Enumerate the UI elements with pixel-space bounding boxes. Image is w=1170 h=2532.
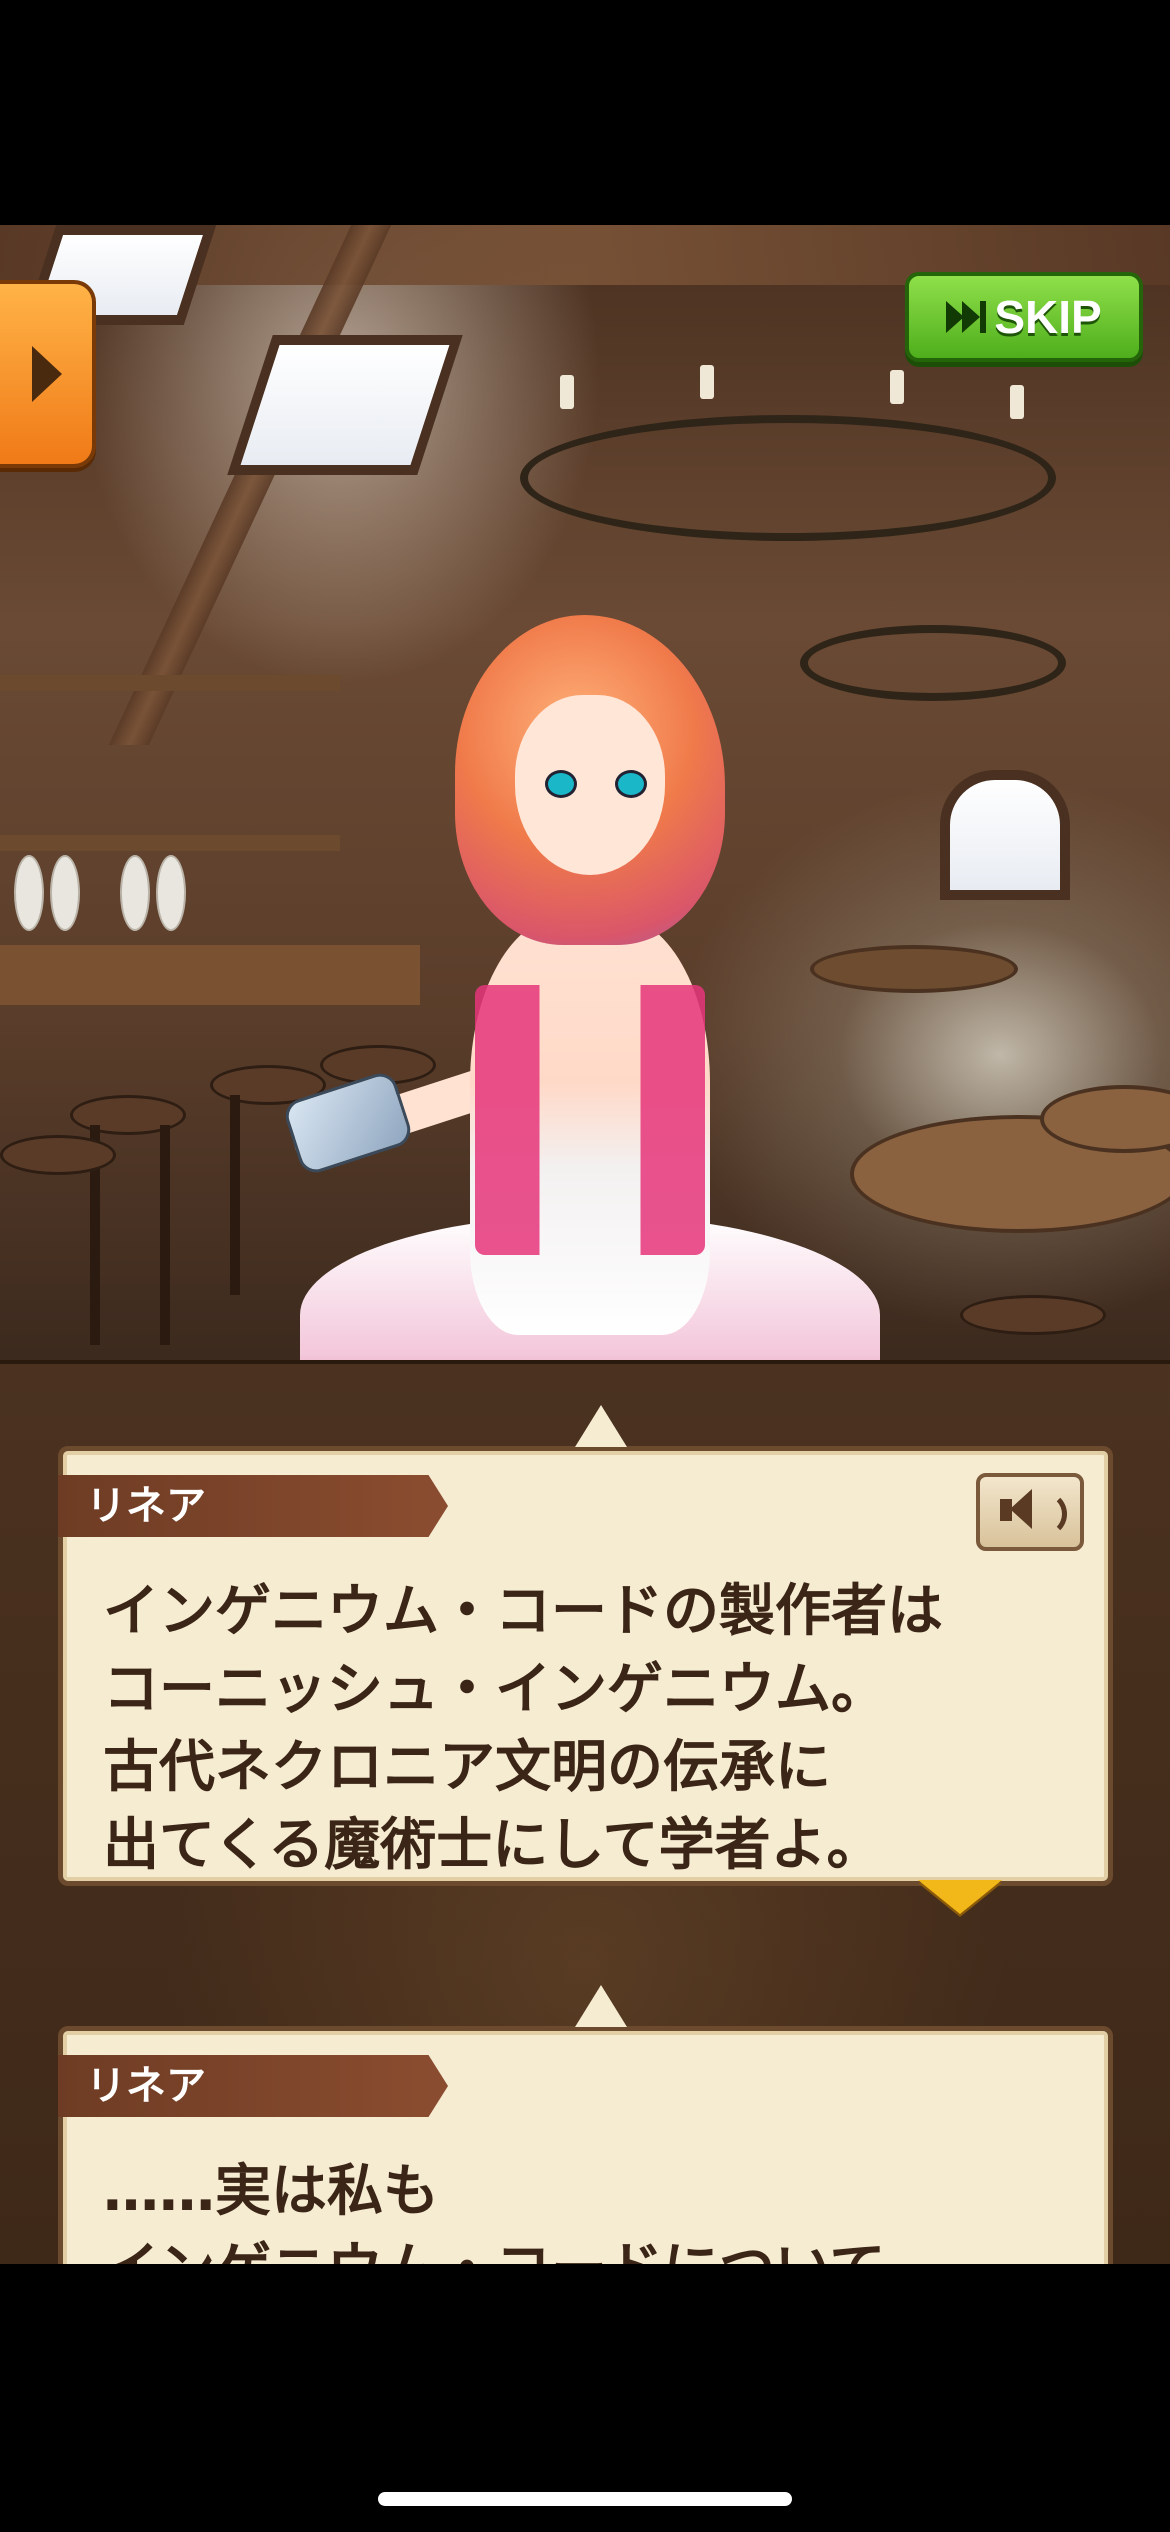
character-vest — [475, 985, 705, 1255]
character-eye — [615, 770, 647, 798]
side-menu-tab-button[interactable] — [0, 280, 96, 468]
speaker-name: リネア — [58, 1475, 448, 1537]
dialog-box: リネア インゲニウム・コードの製作者は コーニッシュ・インゲニウム。 古代ネクロ… — [58, 1405, 1113, 1886]
candle — [700, 365, 714, 399]
skylight-window — [227, 335, 463, 475]
speaker-name: リネア — [58, 2055, 448, 2117]
candle — [1010, 385, 1024, 419]
menu-arrow-icon — [32, 346, 62, 402]
fast-forward-icon — [946, 301, 987, 333]
back-window — [940, 770, 1070, 900]
plate — [120, 855, 150, 931]
tavern-table — [810, 945, 1018, 993]
plate — [14, 855, 44, 931]
candle — [890, 370, 904, 404]
chandelier — [800, 625, 1066, 701]
shelf — [0, 835, 340, 851]
story-scene-background — [0, 225, 1170, 1360]
tavern-stool — [960, 1295, 1106, 1335]
advance-arrow-icon[interactable] — [918, 1880, 1002, 1914]
voice-replay-button[interactable] — [976, 1473, 1084, 1551]
dialog-box: リネア ……実は私も インゲニウム・コードについて — [58, 1985, 1113, 2264]
bar-counter — [0, 945, 420, 1005]
dialog-text: インゲニウム・コードの製作者は コーニッシュ・インゲニウム。 古代ネクロニア文明… — [103, 1579, 943, 1878]
dialog-pointer — [575, 1405, 627, 1447]
dialog-text: ……実は私も インゲニウム・コードについて — [103, 2159, 885, 2264]
skip-button[interactable]: SKIP — [905, 272, 1143, 362]
shelf — [0, 675, 340, 691]
character-eye — [545, 770, 577, 798]
stool-leg — [160, 1125, 170, 1345]
home-indicator[interactable] — [378, 2492, 792, 2506]
candle — [560, 375, 574, 409]
bar-stool — [0, 1135, 116, 1175]
chandelier — [520, 415, 1056, 541]
skip-label: SKIP — [994, 291, 1102, 343]
plate — [156, 855, 186, 931]
dialog-log-area[interactable]: リネア インゲニウム・コードの製作者は コーニッシュ・インゲニウム。 古代ネクロ… — [0, 1360, 1170, 2264]
dialog-pointer — [575, 1985, 627, 2027]
plate — [50, 855, 80, 931]
stool-leg — [230, 1095, 240, 1295]
